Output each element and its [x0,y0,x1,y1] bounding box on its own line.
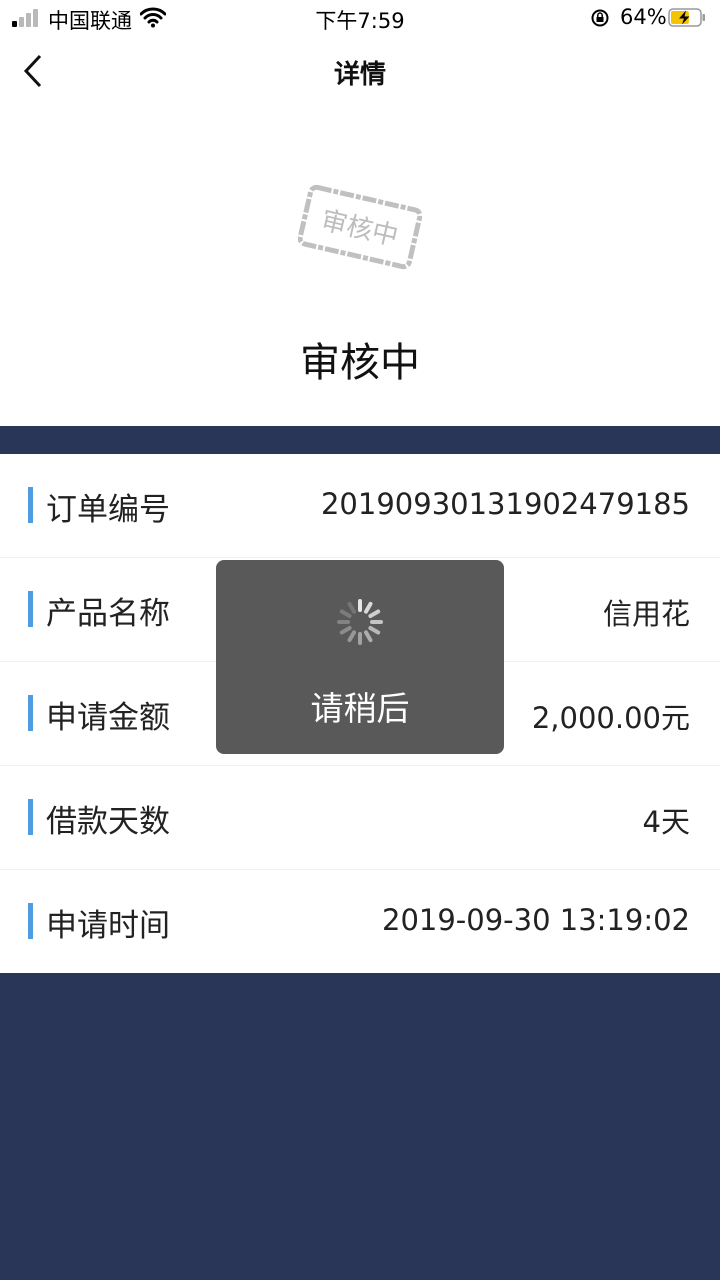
row-value: 信用花 [602,597,690,631]
row-value: 2,000.00元 [531,701,690,735]
row-value: 20190930131902479185 [320,487,690,521]
row-value: 4天 [642,805,690,839]
nav-bar: 详情 [0,40,720,104]
rotation-lock-icon [591,9,609,27]
row-label: 产品名称 [46,596,170,632]
row-label: 申请时间 [46,908,170,944]
detail-row-loan-days: 借款天数 4天 [0,766,720,870]
row-label: 订单编号 [46,492,170,528]
page-title: 详情 [333,60,386,90]
detail-row-apply-time: 申请时间 2019-09-30 13:19:02 [0,870,720,973]
status-time: 下午7:59 [315,9,405,33]
row-label: 借款天数 [46,804,170,840]
loading-toast: 请稍后 [216,560,504,754]
header-area: 中国联通 下午7:59 64% 详情 审核中 审核中 [0,0,720,426]
loading-spinner-icon [337,599,383,645]
row-accent-bar [28,591,33,627]
battery-icon [668,8,705,27]
row-accent-bar [28,695,33,731]
row-value: 2019-09-30 13:19:02 [382,903,690,937]
row-accent-bar [28,799,33,835]
review-status: 审核中 [300,340,420,386]
row-accent-bar [28,903,33,939]
detail-row-order-number: 订单编号 20190930131902479185 [0,454,720,558]
row-label: 申请金额 [46,700,170,736]
status-bar: 中国联通 下午7:59 64% [0,0,720,36]
row-accent-bar [28,487,33,523]
svg-text:审核中: 审核中 [318,206,401,253]
battery-percent: 64% [620,5,667,29]
loading-text: 请稍后 [310,689,410,728]
review-stamp-icon: 审核中 [298,184,422,270]
